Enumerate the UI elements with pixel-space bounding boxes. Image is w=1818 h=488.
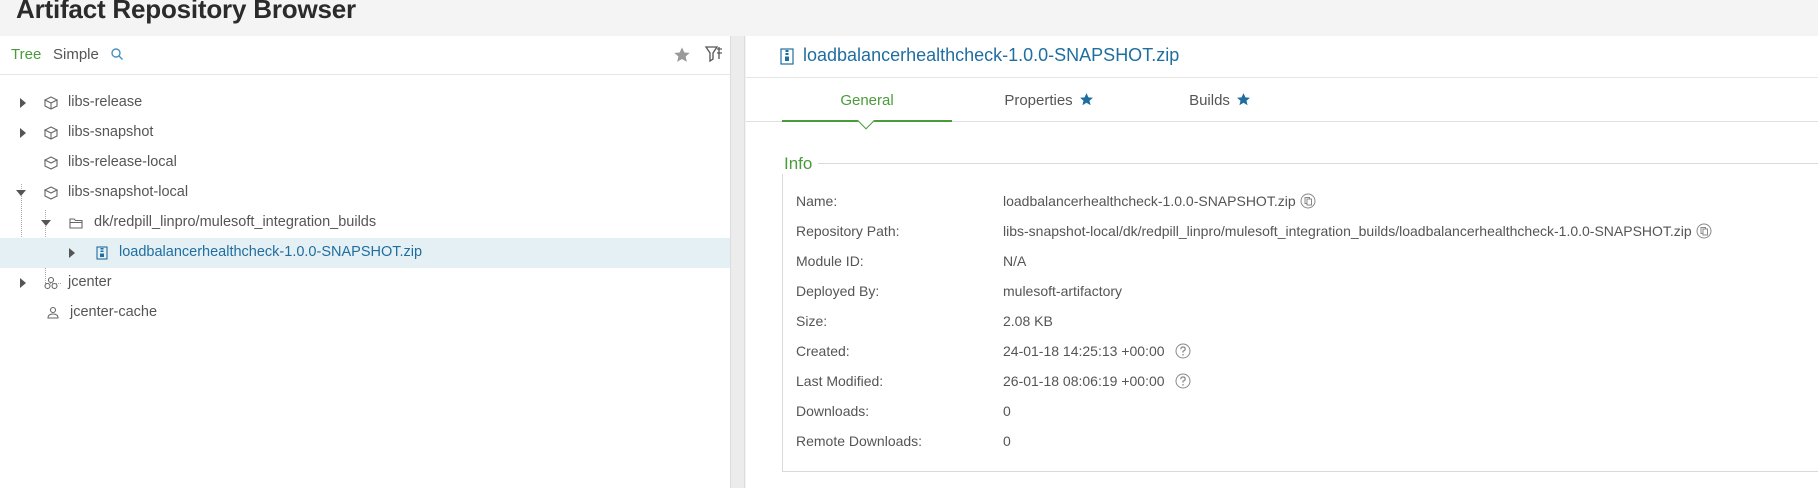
tree-item-libs-snapshot-local[interactable]: libs-snapshot-local xyxy=(0,178,730,208)
info-value: 0 xyxy=(1003,433,1011,449)
expand-icon[interactable] xyxy=(20,278,26,288)
info-value: libs-snapshot-local/dk/redpill_linpro/mu… xyxy=(1003,223,1712,239)
info-label: Remote Downloads: xyxy=(796,433,923,449)
tree-item-libs-snapshot[interactable]: libs-snapshot xyxy=(0,118,730,148)
info-row-last-modified: Last Modified: 26-01-18 08:06:19 +00:00 xyxy=(796,373,1816,403)
info-value-text: loadbalancerhealthcheck-1.0.0-SNAPSHOT.z… xyxy=(1003,193,1296,209)
info-label: Downloads: xyxy=(796,403,870,419)
info-legend: Info xyxy=(778,154,819,174)
star-icon[interactable] xyxy=(673,46,691,64)
filter-icon[interactable] xyxy=(705,45,723,63)
archive-icon xyxy=(96,246,108,260)
info-label: Size: xyxy=(796,313,828,329)
expand-icon[interactable] xyxy=(69,248,75,258)
folder-icon xyxy=(69,218,83,229)
expand-icon[interactable] xyxy=(20,128,26,138)
tree-item-label: libs-release xyxy=(68,94,143,110)
tree-item-artifact-zip[interactable]: loadbalancerhealthcheck-1.0.0-SNAPSHOT.z… xyxy=(0,238,730,268)
local-repo-icon xyxy=(44,156,58,170)
local-repo-icon xyxy=(44,186,58,200)
info-label: Name: xyxy=(796,193,838,209)
info-value-text: 26-01-18 08:06:19 +00:00 xyxy=(1003,373,1165,389)
page-title: Artifact Repository Browser xyxy=(16,0,356,24)
tab-label: General xyxy=(840,92,894,109)
tab-label: Builds xyxy=(1189,92,1230,109)
tree-item-label: dk/redpill_linpro/mulesoft_integration_b… xyxy=(94,214,377,230)
info-row-remote-downloads: Remote Downloads: 0 xyxy=(796,433,1816,463)
info-label: Module ID: xyxy=(796,253,864,269)
tree-item-label: libs-release-local xyxy=(68,154,177,170)
details-panel: loadbalancerhealthcheck-1.0.0-SNAPSHOT.z… xyxy=(746,36,1818,488)
info-value-text: libs-snapshot-local/dk/redpill_linpro/mu… xyxy=(1003,223,1692,239)
help-icon[interactable] xyxy=(1175,373,1191,389)
info-label: Created: xyxy=(796,343,850,359)
info-label: Last Modified: xyxy=(796,373,884,389)
info-row-downloads: Downloads: 0 xyxy=(796,403,1816,433)
cache-repo-icon xyxy=(47,306,59,319)
details-header: loadbalancerhealthcheck-1.0.0-SNAPSHOT.z… xyxy=(746,36,1818,78)
info-row-deployed-by: Deployed By: mulesoft-artifactory xyxy=(796,283,1816,313)
info-row-repository-path: Repository Path: libs-snapshot-local/dk/… xyxy=(796,223,1816,253)
tree-item-jcenter[interactable]: jcenter xyxy=(0,268,730,298)
remote-repo-icon xyxy=(44,276,58,290)
tab-builds[interactable]: Builds xyxy=(1135,78,1305,122)
info-value: loadbalancerhealthcheck-1.0.0-SNAPSHOT.z… xyxy=(1003,193,1316,209)
tree-item-label: jcenter-cache xyxy=(70,304,158,320)
tree-mode-button[interactable]: Tree xyxy=(11,46,41,63)
info-label: Deployed By: xyxy=(796,283,880,299)
tree-item-jcenter-cache[interactable]: jcenter-cache xyxy=(0,298,730,328)
collapse-icon[interactable] xyxy=(16,190,26,196)
tab-general[interactable]: General xyxy=(782,78,952,130)
star-icon xyxy=(1236,93,1250,106)
tree-panel: Tree Simple libs-release libs-snapshot l… xyxy=(0,36,731,488)
info-row-size: Size: 2.08 KB xyxy=(796,313,1816,343)
tab-label: Properties xyxy=(1004,92,1073,109)
info-value: 0 xyxy=(1003,403,1011,419)
info-value-text: 24-01-18 14:25:13 +00:00 xyxy=(1003,343,1165,359)
tab-properties[interactable]: Properties xyxy=(964,78,1134,122)
details-tabs: General Properties Builds xyxy=(746,78,1818,130)
info-row-module-id: Module ID: N/A xyxy=(796,253,1816,283)
tree-item-label: jcenter xyxy=(68,274,112,290)
info-value: mulesoft-artifactory xyxy=(1003,283,1123,299)
tree-item-label: libs-snapshot xyxy=(68,124,154,140)
search-icon[interactable] xyxy=(110,47,124,61)
star-icon xyxy=(1079,93,1093,106)
details-title: loadbalancerhealthcheck-1.0.0-SNAPSHOT.z… xyxy=(803,45,1180,65)
collapse-icon[interactable] xyxy=(41,220,51,226)
tree-item-libs-release[interactable]: libs-release xyxy=(0,88,730,118)
virtual-repo-icon xyxy=(44,126,58,140)
info-value: 2.08 KB xyxy=(1003,313,1053,329)
info-label: Repository Path: xyxy=(796,223,900,239)
tree-item-label: loadbalancerhealthcheck-1.0.0-SNAPSHOT.z… xyxy=(119,244,423,260)
archive-icon xyxy=(780,48,794,65)
panel-splitter[interactable] xyxy=(731,36,745,488)
info-row-created: Created: 24-01-18 14:25:13 +00:00 xyxy=(796,343,1816,373)
copy-icon[interactable] xyxy=(1696,223,1712,239)
tree-item-folder[interactable]: dk/redpill_linpro/mulesoft_integration_b… xyxy=(0,208,730,238)
virtual-repo-icon xyxy=(44,96,58,110)
help-icon[interactable] xyxy=(1175,343,1191,359)
info-value: 24-01-18 14:25:13 +00:00 xyxy=(1003,343,1191,359)
copy-icon[interactable] xyxy=(1300,193,1316,209)
tree-toolbar: Tree Simple xyxy=(0,36,730,75)
info-row-name: Name: loadbalancerhealthcheck-1.0.0-SNAP… xyxy=(796,193,1816,223)
info-value: N/A xyxy=(1003,253,1027,269)
info-value: 26-01-18 08:06:19 +00:00 xyxy=(1003,373,1191,389)
expand-icon[interactable] xyxy=(20,98,26,108)
active-tab-indicator xyxy=(857,112,875,130)
tree-item-label: libs-snapshot-local xyxy=(68,184,189,200)
tree-item-libs-release-local[interactable]: libs-release-local xyxy=(0,148,730,178)
simple-mode-button[interactable]: Simple xyxy=(53,46,99,63)
